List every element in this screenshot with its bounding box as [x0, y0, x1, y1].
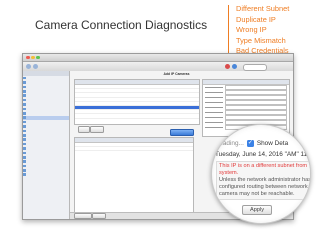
diagnostic-list: Different Subnet Duplicate IP Wrong IP T… [236, 4, 316, 57]
remove-button[interactable] [90, 126, 104, 133]
camera-icon [23, 103, 26, 106]
diagnostic-item: Wrong IP [236, 25, 267, 34]
folder-icon [23, 112, 26, 115]
folder-icon [23, 147, 26, 150]
toolbar-back-button[interactable] [26, 63, 31, 69]
window-titlebar [23, 54, 293, 62]
diagnostic-item: Different Subnet [236, 4, 290, 13]
sidebar-tree [23, 71, 70, 219]
message-line: This IP is on a different subnet from [219, 163, 308, 169]
camera-icon [23, 129, 26, 133]
add-to-list-button[interactable] [74, 213, 92, 219]
alert-icon[interactable] [225, 63, 230, 69]
camera-icon [23, 116, 26, 119]
dialog-title: Add IP Cameras [163, 72, 190, 76]
add-button[interactable] [78, 126, 90, 133]
message-line: camera may not be reachable. [219, 191, 295, 197]
add-cameras-button[interactable] [170, 129, 194, 136]
message-line: system. [219, 170, 239, 176]
help-icon[interactable] [232, 63, 237, 69]
folder-icon [23, 138, 26, 141]
tree-item[interactable] [23, 173, 69, 177]
camera-log-table [74, 137, 194, 213]
apply-button[interactable]: Apply [242, 205, 272, 215]
camera-icon [23, 120, 26, 124]
folder-icon [23, 76, 26, 80]
camera-icon [23, 94, 26, 98]
page-title: Camera Connection Diagnostics [35, 18, 208, 32]
camera-icon [23, 85, 26, 89]
folder-icon [23, 142, 26, 146]
status-text: ...eading... [214, 140, 244, 147]
diagnostic-message: This IP is on a different subnet from sy… [216, 161, 311, 200]
diagnostic-item: Duplicate IP [236, 14, 276, 24]
close-window-button[interactable] [26, 55, 30, 59]
folder-icon [23, 155, 26, 159]
folder-icon [23, 107, 26, 111]
minimize-window-button[interactable] [31, 55, 35, 59]
camera-icon [23, 90, 26, 93]
toolbar-forward-button[interactable] [33, 63, 38, 69]
message-line: configured routing between network [219, 184, 308, 190]
show-details-label: Show Deta [256, 140, 289, 147]
camera-table [74, 79, 200, 125]
server-icon [23, 81, 26, 84]
camera-icon [23, 125, 26, 128]
folder-icon [23, 160, 26, 163]
magnifier-callout: ...eading... ✓ Show Deta Tuesday, June 1… [211, 124, 311, 224]
search-input[interactable] [243, 63, 267, 71]
table-row[interactable] [75, 147, 193, 152]
folder-icon [23, 169, 26, 172]
camera-icon [23, 98, 26, 102]
folder-icon [23, 151, 26, 155]
window-controls [26, 55, 40, 59]
table-row[interactable] [75, 114, 199, 119]
zoom-window-button[interactable] [36, 55, 40, 59]
message-line: Unless the network administrator has [219, 177, 311, 183]
timestamp: Tuesday, June 14, 2016 "AM" 11 [215, 151, 308, 158]
status-row: ...eading... ✓ Show Deta [214, 140, 288, 147]
show-details-checkbox[interactable]: ✓ [246, 140, 254, 147]
remove-from-list-button[interactable] [92, 213, 106, 219]
folder-icon [23, 173, 26, 177]
folder-icon [23, 133, 26, 137]
folder-icon [23, 164, 26, 168]
diagnostic-item: Type Mismatch [236, 35, 286, 45]
